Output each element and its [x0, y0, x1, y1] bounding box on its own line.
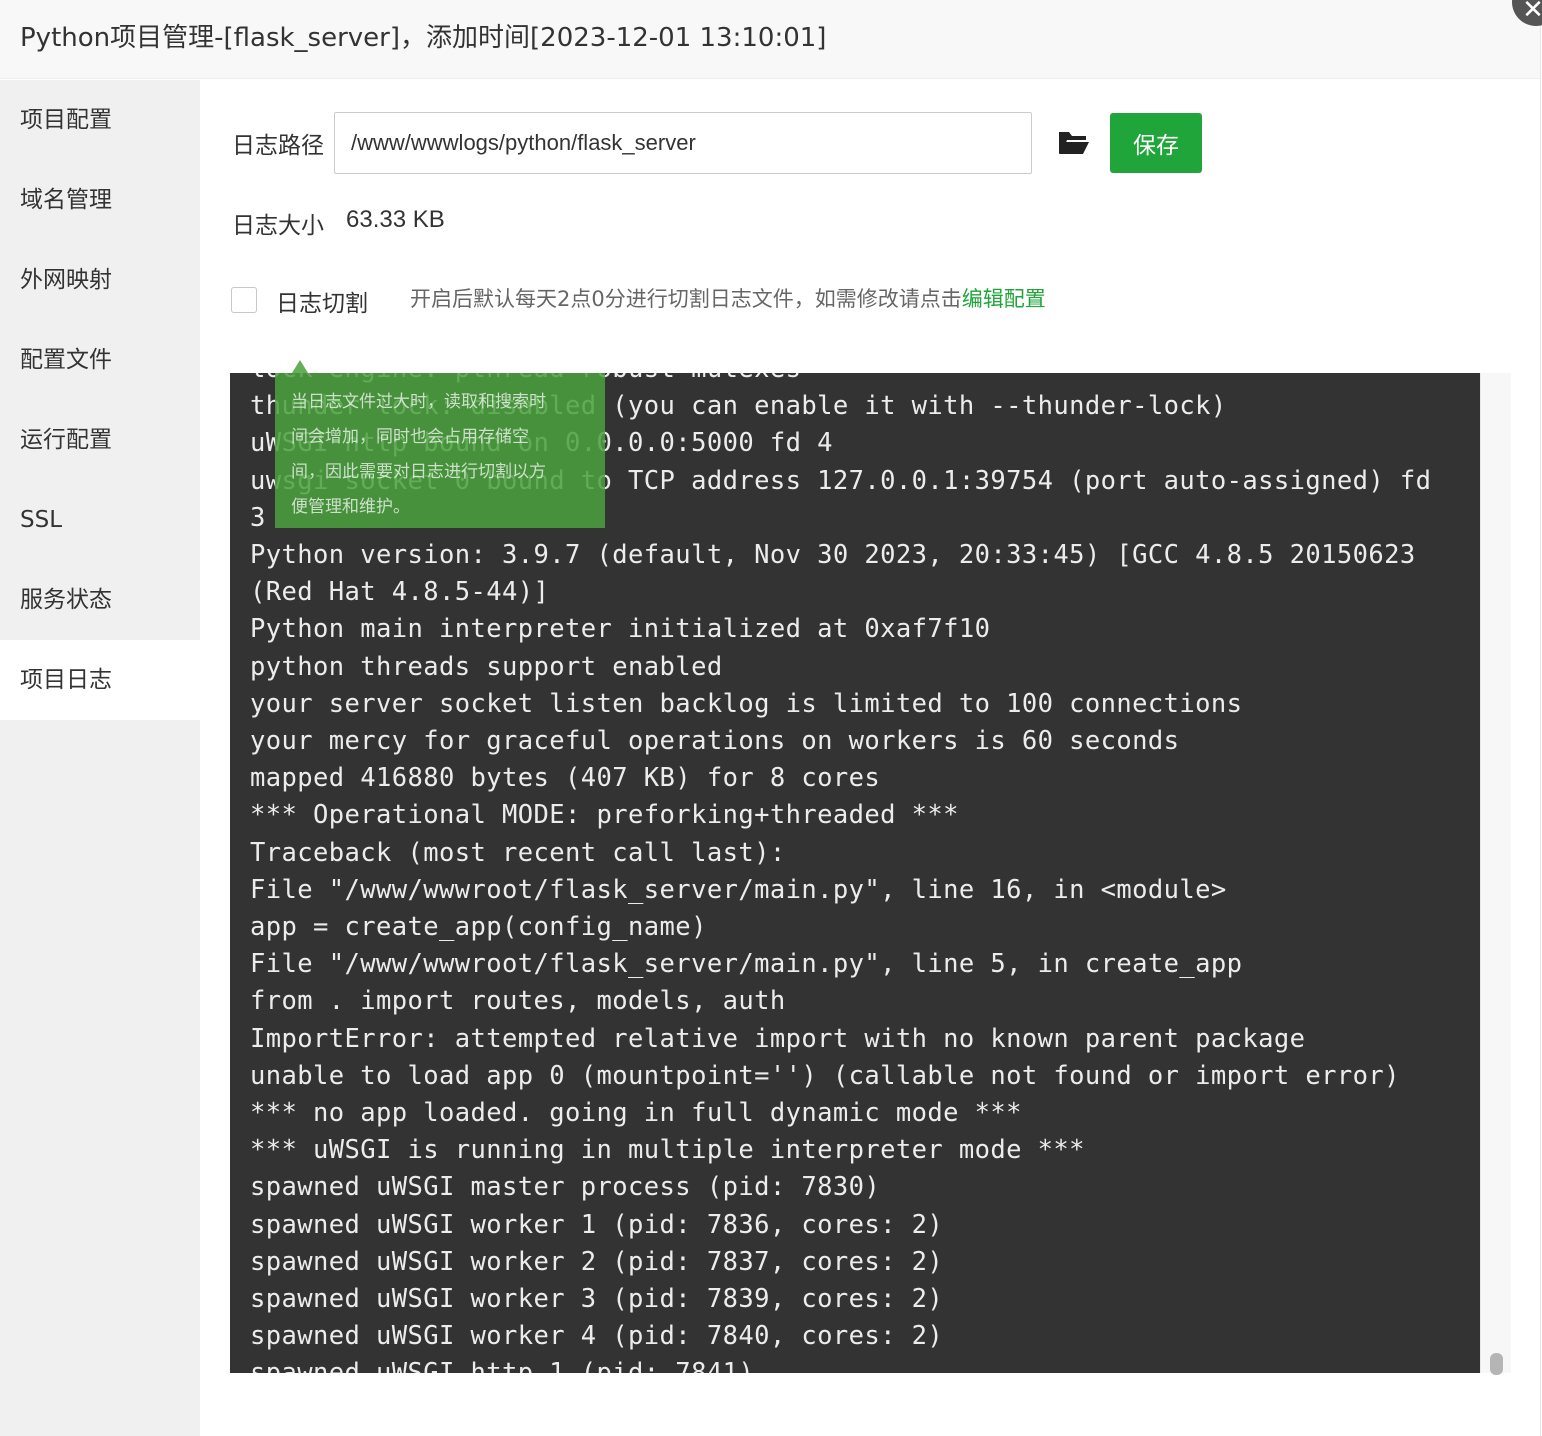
- tooltip-line: 间，因此需要对日志进行切割以方: [291, 462, 546, 482]
- log-size-label: 日志大小: [232, 213, 324, 239]
- log-line: spawned uWSGI http 1 (pid: 7841): [250, 1355, 1462, 1373]
- log-split-hint-text: 开启后默认每天2点0分进行切割日志文件，如需修改请点击: [410, 287, 962, 311]
- log-line: spawned uWSGI worker 2 (pid: 7837, cores…: [250, 1246, 944, 1277]
- log-path-label: 日志路径: [232, 133, 324, 159]
- log-line: Python version: 3.9.7 (default, Nov 30 2…: [250, 540, 1432, 608]
- tooltip-line: 间会增加，同时也会占用存储空: [291, 427, 529, 447]
- log-line: *** uWSGI is running in multiple interpr…: [250, 1135, 1085, 1166]
- log-line: *** no app loaded. going in full dynamic…: [250, 1098, 1022, 1129]
- log-line: ImportError: attempted relative import w…: [250, 1023, 1306, 1054]
- log-line: your server socket listen backlog is lim…: [250, 688, 1243, 719]
- sidebar-item-project-config[interactable]: 项目配置: [0, 80, 200, 160]
- dialog-title: Python项目管理-[flask_server]，添加时间[2023-12-0…: [20, 23, 827, 53]
- log-line: unable to load app 0 (mountpoint='') (ca…: [250, 1060, 1400, 1091]
- log-line: your mercy for graceful operations on wo…: [250, 726, 1180, 757]
- log-line: mapped 416880 bytes (407 KB) for 8 cores: [250, 763, 881, 794]
- log-line: app = create_app(config_name): [250, 912, 707, 943]
- log-split-tooltip: 当日志文件过大时，读取和搜索时 间会增加，同时也会占用存储空 间，因此需要对日志…: [275, 373, 605, 528]
- tooltip-line: 当日志文件过大时，读取和搜索时: [291, 392, 546, 412]
- sidebar-item-run-config[interactable]: 运行配置: [0, 400, 200, 480]
- log-size-value: 63.33 KB: [346, 206, 445, 233]
- sidebar-item-domain-management[interactable]: 域名管理: [0, 160, 200, 240]
- sidebar-item-config-file[interactable]: 配置文件: [0, 320, 200, 400]
- save-button[interactable]: 保存: [1110, 113, 1202, 173]
- log-line: spawned uWSGI worker 1 (pid: 7836, cores…: [250, 1209, 944, 1240]
- log-line: Traceback (most recent call last):: [250, 837, 786, 868]
- folder-open-icon[interactable]: [1058, 128, 1090, 156]
- project-manager-dialog: Python项目管理-[flask_server]，添加时间[2023-12-0…: [0, 0, 1541, 1436]
- log-line: File "/www/wwwroot/flask_server/main.py"…: [250, 949, 1243, 980]
- dialog-titlebar[interactable]: Python项目管理-[flask_server]，添加时间[2023-12-0…: [0, 0, 1540, 79]
- sidebar-item-project-log[interactable]: 项目日志: [0, 640, 200, 720]
- log-line: spawned uWSGI master process (pid: 7830): [250, 1172, 881, 1203]
- log-scrollbar-thumb[interactable]: [1490, 1353, 1503, 1375]
- log-line: spawned uWSGI worker 4 (pid: 7840, cores…: [250, 1321, 944, 1352]
- log-split-hint: 开启后默认每天2点0分进行切割日志文件，如需修改请点击编辑配置: [410, 284, 1046, 314]
- log-path-input[interactable]: [334, 112, 1032, 174]
- sidebar-nav: 项目配置 域名管理 外网映射 配置文件 运行配置 SSL 服务状态 项目日志: [0, 80, 200, 1436]
- log-line: from . import routes, models, auth: [250, 986, 786, 1017]
- sidebar-item-ssl[interactable]: SSL: [0, 480, 200, 560]
- log-line: File "/www/wwwroot/flask_server/main.py"…: [250, 874, 1227, 905]
- tooltip-line: 便管理和维护。: [291, 497, 410, 517]
- log-scrollbar[interactable]: [1480, 373, 1511, 1375]
- edit-config-link[interactable]: 编辑配置: [962, 287, 1046, 311]
- log-split-label[interactable]: 日志切割: [276, 284, 368, 318]
- log-split-checkbox[interactable]: [231, 287, 257, 313]
- sidebar-item-external-mapping[interactable]: 外网映射: [0, 240, 200, 320]
- log-line: Python main interpreter initialized at 0…: [250, 614, 991, 645]
- log-line: python threads support enabled: [250, 651, 723, 682]
- tooltip-arrow: [292, 360, 308, 373]
- log-line: spawned uWSGI worker 3 (pid: 7839, cores…: [250, 1284, 944, 1315]
- sidebar-item-service-status[interactable]: 服务状态: [0, 560, 200, 640]
- log-line: *** Operational MODE: preforking+threade…: [250, 800, 959, 831]
